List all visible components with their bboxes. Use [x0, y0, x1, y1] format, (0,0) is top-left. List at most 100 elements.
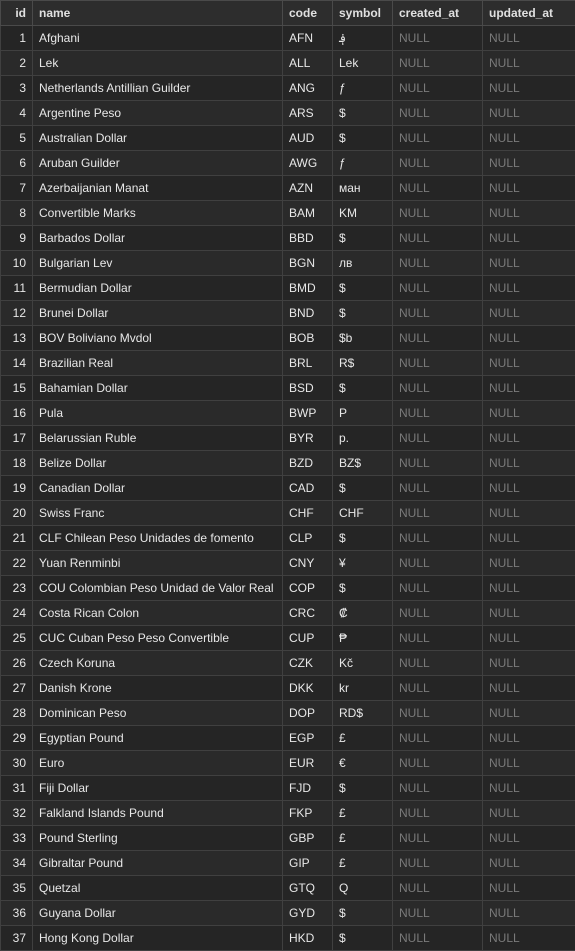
cell-created-at[interactable]: NULL: [393, 601, 483, 626]
cell-updated-at[interactable]: NULL: [483, 401, 575, 426]
cell-updated-at[interactable]: NULL: [483, 876, 575, 901]
cell-code[interactable]: CZK: [283, 651, 333, 676]
cell-code[interactable]: AUD: [283, 126, 333, 151]
table-row[interactable]: 2LekALLLekNULLNULL: [1, 51, 575, 76]
column-header-created-at[interactable]: created_at: [393, 1, 483, 26]
cell-symbol[interactable]: Kč: [333, 651, 393, 676]
cell-created-at[interactable]: NULL: [393, 901, 483, 926]
cell-code[interactable]: CUP: [283, 626, 333, 651]
cell-name[interactable]: Quetzal: [33, 876, 283, 901]
cell-code[interactable]: BZD: [283, 451, 333, 476]
cell-name[interactable]: Pound Sterling: [33, 826, 283, 851]
cell-created-at[interactable]: NULL: [393, 326, 483, 351]
cell-name[interactable]: Belize Dollar: [33, 451, 283, 476]
cell-name[interactable]: Netherlands Antillian Guilder: [33, 76, 283, 101]
cell-created-at[interactable]: NULL: [393, 476, 483, 501]
table-row[interactable]: 31Fiji DollarFJD$NULLNULL: [1, 776, 575, 801]
cell-created-at[interactable]: NULL: [393, 376, 483, 401]
cell-name[interactable]: Swiss Franc: [33, 501, 283, 526]
cell-updated-at[interactable]: NULL: [483, 851, 575, 876]
column-header-symbol[interactable]: symbol: [333, 1, 393, 26]
table-row[interactable]: 12Brunei DollarBND$NULLNULL: [1, 301, 575, 326]
cell-symbol[interactable]: ман: [333, 176, 393, 201]
cell-code[interactable]: EGP: [283, 726, 333, 751]
cell-updated-at[interactable]: NULL: [483, 376, 575, 401]
cell-name[interactable]: Guyana Dollar: [33, 901, 283, 926]
cell-id[interactable]: 27: [1, 676, 33, 701]
cell-updated-at[interactable]: NULL: [483, 676, 575, 701]
table-row[interactable]: 16PulaBWPPNULLNULL: [1, 401, 575, 426]
cell-name[interactable]: Convertible Marks: [33, 201, 283, 226]
table-row[interactable]: 36Guyana DollarGYD$NULLNULL: [1, 901, 575, 926]
cell-symbol[interactable]: £: [333, 726, 393, 751]
cell-updated-at[interactable]: NULL: [483, 526, 575, 551]
cell-updated-at[interactable]: NULL: [483, 901, 575, 926]
cell-created-at[interactable]: NULL: [393, 151, 483, 176]
table-row[interactable]: 26Czech KorunaCZKKčNULLNULL: [1, 651, 575, 676]
cell-created-at[interactable]: NULL: [393, 126, 483, 151]
cell-code[interactable]: BND: [283, 301, 333, 326]
cell-updated-at[interactable]: NULL: [483, 751, 575, 776]
cell-symbol[interactable]: $: [333, 301, 393, 326]
cell-updated-at[interactable]: NULL: [483, 476, 575, 501]
cell-created-at[interactable]: NULL: [393, 851, 483, 876]
cell-updated-at[interactable]: NULL: [483, 776, 575, 801]
cell-symbol[interactable]: $: [333, 576, 393, 601]
cell-symbol[interactable]: $: [333, 476, 393, 501]
cell-created-at[interactable]: NULL: [393, 876, 483, 901]
cell-symbol[interactable]: лв: [333, 251, 393, 276]
cell-updated-at[interactable]: NULL: [483, 301, 575, 326]
table-row[interactable]: 24Costa Rican ColonCRC₡NULLNULL: [1, 601, 575, 626]
table-row[interactable]: 35QuetzalGTQQNULLNULL: [1, 876, 575, 901]
cell-created-at[interactable]: NULL: [393, 251, 483, 276]
cell-name[interactable]: Azerbaijanian Manat: [33, 176, 283, 201]
cell-updated-at[interactable]: NULL: [483, 276, 575, 301]
cell-name[interactable]: Pula: [33, 401, 283, 426]
cell-name[interactable]: Lek: [33, 51, 283, 76]
table-row[interactable]: 34Gibraltar PoundGIP£NULLNULL: [1, 851, 575, 876]
cell-name[interactable]: Brazilian Real: [33, 351, 283, 376]
cell-symbol[interactable]: ؋: [333, 26, 393, 51]
cell-name[interactable]: Bulgarian Lev: [33, 251, 283, 276]
cell-symbol[interactable]: CHF: [333, 501, 393, 526]
cell-id[interactable]: 12: [1, 301, 33, 326]
table-row[interactable]: 11Bermudian DollarBMD$NULLNULL: [1, 276, 575, 301]
cell-code[interactable]: DKK: [283, 676, 333, 701]
cell-id[interactable]: 22: [1, 551, 33, 576]
table-row[interactable]: 30EuroEUR€NULLNULL: [1, 751, 575, 776]
cell-symbol[interactable]: €: [333, 751, 393, 776]
cell-id[interactable]: 9: [1, 226, 33, 251]
cell-id[interactable]: 29: [1, 726, 33, 751]
cell-symbol[interactable]: £: [333, 826, 393, 851]
table-row[interactable]: 13BOV Boliviano MvdolBOB$bNULLNULL: [1, 326, 575, 351]
table-row[interactable]: 22Yuan RenminbiCNY¥NULLNULL: [1, 551, 575, 576]
cell-id[interactable]: 34: [1, 851, 33, 876]
cell-code[interactable]: CHF: [283, 501, 333, 526]
cell-name[interactable]: Bahamian Dollar: [33, 376, 283, 401]
cell-created-at[interactable]: NULL: [393, 576, 483, 601]
cell-created-at[interactable]: NULL: [393, 301, 483, 326]
table-row[interactable]: 27Danish KroneDKKkrNULLNULL: [1, 676, 575, 701]
cell-symbol[interactable]: $: [333, 776, 393, 801]
cell-symbol[interactable]: ₡: [333, 601, 393, 626]
cell-id[interactable]: 5: [1, 126, 33, 151]
cell-name[interactable]: Yuan Renminbi: [33, 551, 283, 576]
cell-created-at[interactable]: NULL: [393, 426, 483, 451]
cell-code[interactable]: AWG: [283, 151, 333, 176]
cell-created-at[interactable]: NULL: [393, 226, 483, 251]
cell-code[interactable]: ANG: [283, 76, 333, 101]
cell-id[interactable]: 1: [1, 26, 33, 51]
cell-code[interactable]: CRC: [283, 601, 333, 626]
cell-created-at[interactable]: NULL: [393, 826, 483, 851]
cell-name[interactable]: CLF Chilean Peso Unidades de fomento: [33, 526, 283, 551]
cell-id[interactable]: 10: [1, 251, 33, 276]
cell-symbol[interactable]: kr: [333, 676, 393, 701]
cell-updated-at[interactable]: NULL: [483, 126, 575, 151]
cell-updated-at[interactable]: NULL: [483, 501, 575, 526]
cell-name[interactable]: Bermudian Dollar: [33, 276, 283, 301]
cell-id[interactable]: 7: [1, 176, 33, 201]
cell-name[interactable]: Fiji Dollar: [33, 776, 283, 801]
cell-symbol[interactable]: ƒ: [333, 76, 393, 101]
column-header-name[interactable]: name: [33, 1, 283, 26]
table-row[interactable]: 14Brazilian RealBRLR$NULLNULL: [1, 351, 575, 376]
